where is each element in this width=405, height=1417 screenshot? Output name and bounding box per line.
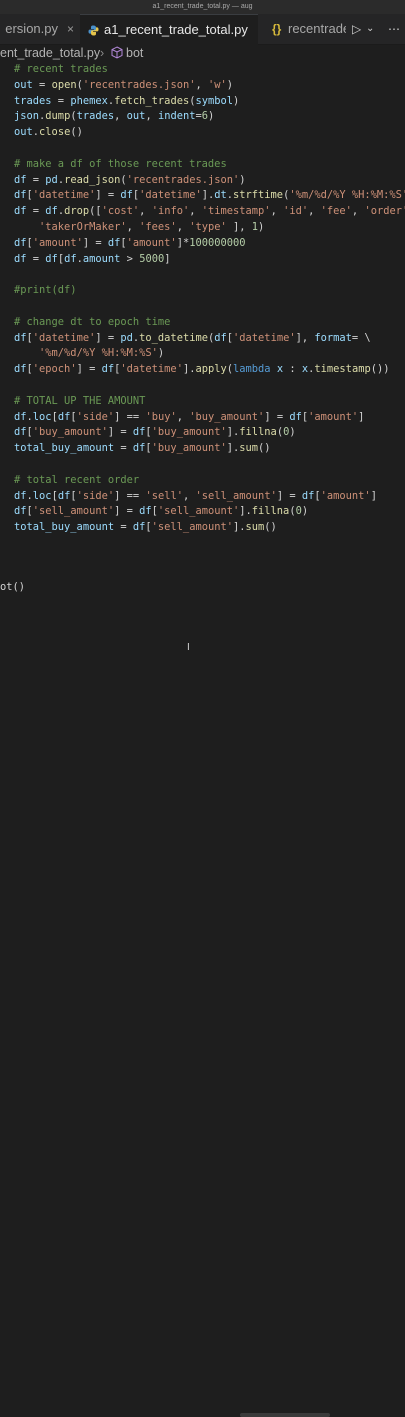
close-icon[interactable]: × [67, 14, 74, 44]
code-line: 'takerOrMaker', 'fees', 'type' ], 1) [39, 220, 265, 233]
tab-label: ersion.py [5, 21, 58, 36]
code-line: df['sell_amount'] = df['sell_amount'].fi… [14, 505, 309, 518]
code-line: #print(df) [14, 284, 77, 297]
code-line: df['epoch'] = df['datetime'].apply(lambd… [14, 363, 390, 376]
code-line: # recent trades [14, 63, 108, 75]
code-line: df['buy_amount'] = df['buy_amount'].fill… [14, 426, 296, 439]
run-icon[interactable]: ▷ [352, 14, 361, 44]
cube-icon [111, 46, 123, 59]
code-line: total_buy_amount = df['buy_amount'].sum(… [14, 442, 271, 455]
tab-version-py[interactable]: ersion.py × [0, 14, 78, 44]
tab-label: a1_recent_trade_total.py [104, 22, 248, 37]
code-line: df = pd.read_json('recentrades.json') [14, 173, 246, 186]
code-line: df['datetime'] = df['datetime'].dt.strft… [14, 189, 405, 202]
code-line: json.dump(trades, out, indent=6) [14, 110, 215, 123]
json-file-icon: {} [272, 22, 282, 36]
chevron-down-icon[interactable]: ⌄ [366, 14, 374, 44]
mouse-ibeam-cursor: I [187, 642, 190, 653]
bottom-panel [0, 703, 405, 1417]
code-line: df.loc[df['side'] == 'buy', 'buy_amount'… [14, 410, 365, 423]
window-title: a1_recent_trade_total.py — aug [0, 0, 405, 14]
tab-bar: ersion.py × a1_recent_trade_total.py {} … [0, 14, 405, 45]
tab-recentrades-json[interactable]: {} recentrade [262, 14, 352, 44]
code-line: out.close() [14, 126, 83, 139]
code-line: trades = phemex.fetch_trades(symbol) [14, 94, 240, 107]
breadcrumb: ent_trade_total.py › bot [0, 45, 405, 61]
code-line: out = open('recentrades.json', 'w') [14, 78, 234, 91]
code-line: total_buy_amount = df['sell_amount'].sum… [14, 521, 277, 534]
python-file-icon [88, 25, 99, 36]
code-line: df = df[df.amount > 5000] [14, 252, 171, 265]
editor-actions: ▷ ⌄ ⋯ [346, 14, 405, 44]
code-line: # total recent order [14, 473, 140, 486]
code-line: df.loc[df['side'] == 'sell', 'sell_amoun… [14, 489, 377, 502]
code-line: # make a df of those recent trades [14, 157, 227, 170]
code-line: # TOTAL UP THE AMOUNT [14, 394, 146, 407]
code-line: # change dt to epoch time [14, 315, 171, 328]
code-line: '%m/%d/%Y %H:%M:%S') [39, 347, 165, 360]
code-editor[interactable]: # recent trades out = open('recentrades.j… [0, 62, 405, 702]
code-line: df['amount'] = df['amount']*100000000 [14, 236, 246, 249]
tab-a1-recent-trade-total[interactable]: a1_recent_trade_total.py [80, 14, 258, 45]
code-line-partial: ot() [0, 581, 26, 593]
breadcrumb-separator: › [100, 46, 105, 60]
code-line: df = df.drop(['cost', 'info', 'timestamp… [14, 205, 405, 218]
code-line: df['datetime'] = pd.to_datetime(df['date… [14, 331, 371, 344]
more-actions-icon[interactable]: ⋯ [388, 14, 400, 44]
horizontal-scrollbar[interactable] [240, 1413, 330, 1417]
breadcrumb-file[interactable]: ent_trade_total.py [0, 45, 100, 61]
code-content: # recent trades out = open('recentrades.j… [14, 62, 405, 536]
tab-label: recentrade [288, 21, 351, 36]
breadcrumb-symbol[interactable]: bot [126, 45, 143, 61]
